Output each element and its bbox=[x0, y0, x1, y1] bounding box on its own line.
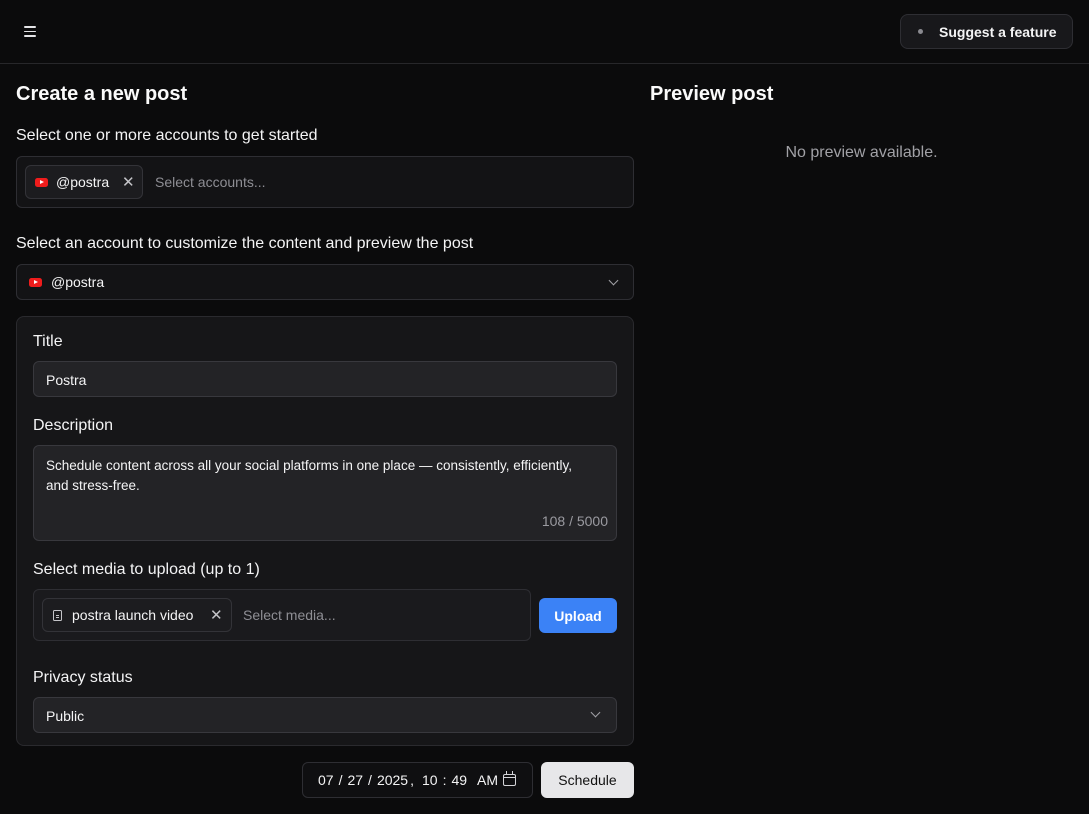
accounts-placeholder: Select accounts... bbox=[155, 174, 266, 190]
description-textarea[interactable]: Schedule content across all your social … bbox=[33, 445, 617, 541]
month-field[interactable]: 07 bbox=[318, 772, 334, 788]
title-input[interactable]: Postra bbox=[33, 361, 617, 397]
suggest-feature-button[interactable]: Suggest a feature bbox=[900, 14, 1073, 49]
file-icon bbox=[53, 609, 62, 621]
minute-field[interactable]: 49 bbox=[451, 772, 467, 788]
accounts-label: Select one or more accounts to get start… bbox=[16, 127, 318, 144]
customize-account-select[interactable]: @postra bbox=[16, 264, 634, 300]
dot-icon bbox=[918, 29, 923, 34]
upload-button[interactable]: Upload bbox=[539, 598, 617, 633]
media-chip-label: postra launch video bbox=[72, 607, 194, 623]
chevron-down-icon bbox=[590, 707, 601, 718]
close-icon[interactable]: ✕ bbox=[210, 608, 223, 623]
create-post-heading: Create a new post bbox=[16, 83, 188, 105]
youtube-icon bbox=[29, 277, 42, 287]
accounts-multiselect[interactable]: @postra ✕ Select accounts... bbox=[16, 156, 634, 208]
close-icon[interactable]: ✕ bbox=[122, 175, 135, 190]
chevron-down-icon bbox=[608, 275, 619, 286]
customize-account-value: @postra bbox=[51, 274, 105, 290]
privacy-select[interactable]: Public bbox=[33, 697, 617, 733]
schedule-datetime-input[interactable]: 07 / 27 / 2025 , 10 : 49 AM bbox=[302, 762, 533, 798]
top-bar: Suggest a feature bbox=[0, 0, 1089, 64]
youtube-icon bbox=[35, 177, 48, 187]
schedule-button[interactable]: Schedule bbox=[541, 762, 634, 798]
suggest-feature-label: Suggest a feature bbox=[939, 23, 1057, 40]
year-field[interactable]: 2025 bbox=[377, 772, 408, 788]
description-label: Description bbox=[33, 417, 114, 434]
media-placeholder: Select media... bbox=[243, 607, 336, 623]
ampm-field[interactable]: AM bbox=[477, 772, 498, 788]
title-value: Postra bbox=[46, 372, 87, 388]
account-chip: @postra ✕ bbox=[25, 165, 143, 199]
description-value: Schedule content across all your social … bbox=[46, 458, 573, 493]
media-multiselect[interactable]: postra launch video ✕ Select media... bbox=[33, 589, 531, 641]
menu-icon[interactable] bbox=[24, 26, 36, 37]
preview-heading: Preview post bbox=[650, 83, 774, 105]
privacy-value: Public bbox=[46, 708, 85, 724]
account-chip-label: @postra bbox=[56, 174, 110, 190]
media-chip: postra launch video ✕ bbox=[42, 598, 232, 632]
privacy-label: Privacy status bbox=[33, 669, 133, 686]
customize-label: Select an account to customize the conte… bbox=[16, 235, 474, 252]
title-label: Title bbox=[33, 333, 63, 350]
hour-field[interactable]: 10 bbox=[422, 772, 438, 788]
day-field[interactable]: 27 bbox=[347, 772, 363, 788]
char-count: 108 / 5000 bbox=[541, 513, 608, 529]
calendar-icon[interactable] bbox=[503, 771, 516, 786]
preview-empty-text: No preview available. bbox=[785, 144, 938, 161]
media-label: Select media to upload (up to 1) bbox=[33, 561, 260, 578]
